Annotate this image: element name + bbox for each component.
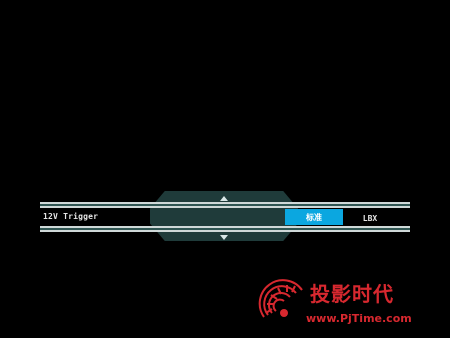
watermark-logo-icon: [258, 279, 303, 318]
osd-setting-label: 12V Trigger: [43, 212, 99, 221]
osd-setting-row-12v-trigger[interactable]: 12V Trigger 标准 LBX: [40, 209, 410, 226]
osd-option-standard[interactable]: 标准: [285, 209, 343, 225]
osd-bottom-rail: [40, 226, 410, 232]
osd-top-rail: [40, 202, 410, 208]
osd-frame: 12V Trigger 标准 LBX: [40, 196, 410, 236]
down-arrow-icon[interactable]: [220, 235, 228, 240]
osd-menu: 12V Trigger 标准 LBX: [40, 191, 410, 241]
watermark-url-text: www.PjTime.com: [306, 312, 412, 325]
osd-option-lbx[interactable]: LBX: [358, 210, 382, 226]
watermark: 投影时代 www.PjTime.com: [258, 270, 448, 332]
watermark-brand-text: 投影时代: [310, 282, 394, 306]
up-arrow-icon[interactable]: [220, 196, 228, 201]
